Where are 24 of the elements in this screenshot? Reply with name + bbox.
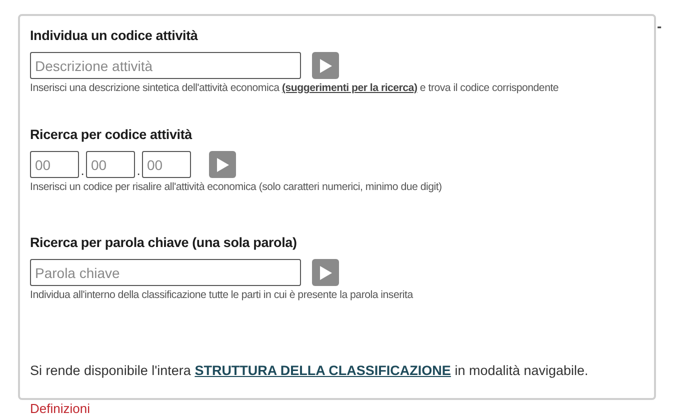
search-field[interactable]: Descrizione attività xyxy=(30,52,301,79)
definitions-heading: Definizioni xyxy=(30,401,91,416)
search-button[interactable] xyxy=(312,259,339,286)
suggestions-link[interactable]: (suggerimenti per la ricerca) xyxy=(282,82,418,94)
code-field[interactable]: 00 xyxy=(30,151,79,178)
section-heading: Ricerca per parola chiave (una sola parola) xyxy=(30,235,298,250)
section-heading: Ricerca per codice attività xyxy=(30,127,194,142)
search-field[interactable]: Parola chiave xyxy=(30,259,301,286)
help-text: Individua all'interno della classificazione tutte le parti in cui è presente la parola inserita xyxy=(30,289,414,301)
structure-sentence: Si rende disponibile l'intera STRUTTURA DELLA CLASSIFICAZIONE in modalità navigabile. xyxy=(30,363,590,378)
play-icon xyxy=(318,58,332,74)
help-text: Inserisci una descrizione sintetica dell'attività economica (suggerimenti per la ricerca) e trova il codice corrispondente xyxy=(30,82,560,94)
code-separator: . xyxy=(136,163,142,178)
help-text: Inserisci un codice per risalire all'attività economica (solo caratteri numerici, minimo due digit) xyxy=(30,181,443,193)
play-icon xyxy=(216,156,230,172)
structure-link[interactable]: STRUTTURA DELLA CLASSIFICAZIONE xyxy=(194,363,451,378)
section-heading: Individua un codice attività xyxy=(30,28,199,43)
collapse-toggle[interactable]: - xyxy=(657,18,662,34)
code-field[interactable]: 00 xyxy=(142,151,191,178)
search-button[interactable] xyxy=(312,52,339,79)
play-icon xyxy=(318,264,332,280)
search-button[interactable] xyxy=(209,151,236,178)
code-separator: . xyxy=(80,163,86,178)
code-field[interactable]: 00 xyxy=(86,151,135,178)
